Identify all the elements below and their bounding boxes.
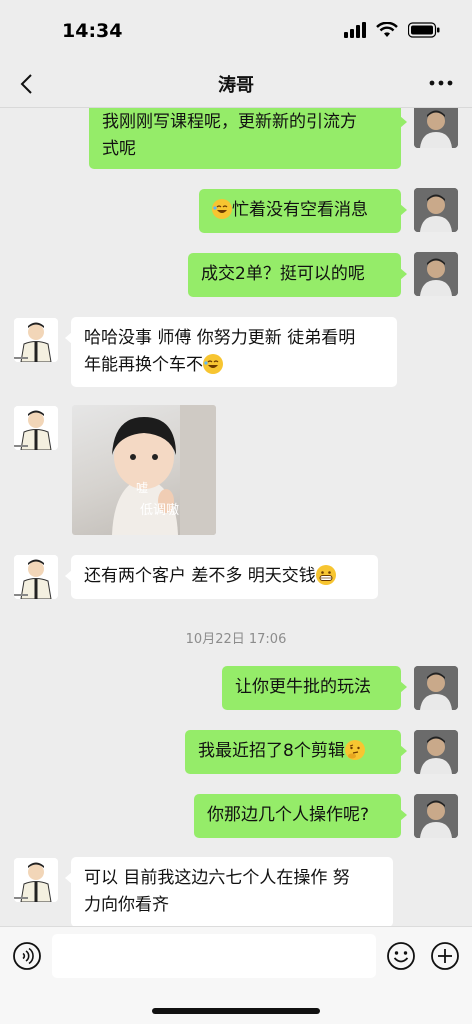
status-icons (344, 22, 440, 38)
chat-header: 涛哥 (0, 60, 472, 108)
my-avatar[interactable] (414, 666, 458, 710)
sticker-caption: 低调嗷 (140, 503, 180, 518)
thinking-face-icon (344, 740, 365, 760)
signal-icon (344, 22, 366, 38)
message-text: 让你更牛批的玩法 (235, 677, 371, 697)
sticker-caption: 嘘 (136, 481, 149, 495)
grinning-face-icon (315, 565, 336, 585)
laughing-face-icon (212, 199, 232, 219)
message-text: 年能再换个车不 (84, 355, 203, 375)
status-bar: 14:34 (0, 0, 472, 60)
my-avatar[interactable] (414, 730, 458, 774)
message-bubble[interactable]: 哈哈没事 师傅 你努力更新 徒弟看明 年能再换个车不 (65, 317, 397, 387)
sticker-image[interactable]: 嘘 低调嗷 (72, 405, 216, 535)
message-text: 我最近招了8个剪辑 (198, 741, 345, 761)
message-text: 可以 目前我这边六七个人在操作 努 (84, 868, 350, 888)
voice-icon[interactable] (12, 941, 42, 971)
emoji-icon[interactable] (386, 941, 416, 971)
message-text: 忙着没有空看消息 (232, 200, 368, 220)
contact-avatar[interactable] (14, 858, 58, 902)
contact-avatar[interactable] (14, 406, 58, 450)
message-bubble[interactable]: 忙着没有空看消息 (199, 189, 407, 233)
my-avatar[interactable] (414, 794, 458, 838)
my-avatar[interactable] (414, 108, 458, 148)
plus-icon[interactable] (430, 941, 460, 971)
chat-title: 涛哥 (218, 75, 254, 96)
message-text: 你那边几个人操作呢? (207, 805, 370, 825)
home-indicator[interactable] (152, 1008, 320, 1014)
laughing-face-icon (203, 354, 223, 374)
more-dots-icon[interactable] (428, 72, 454, 94)
message-list[interactable]: 我刚刚写课程呢，更新新的引流方 式呢 忙着没有空看消息 成交2单？挺可以的呢 哈… (0, 108, 472, 926)
contact-avatar[interactable] (14, 318, 58, 362)
message-bubble[interactable]: 成交2单？挺可以的呢 (188, 253, 407, 297)
message-input[interactable] (52, 934, 376, 978)
message-bubble[interactable]: 让你更牛批的玩法 (222, 666, 407, 710)
message-bubble[interactable]: 你那边几个人操作呢? (194, 794, 407, 838)
message-bubble[interactable]: 我刚刚写课程呢，更新新的引流方 式呢 (89, 108, 407, 169)
message-bubble[interactable]: 可以 目前我这边六七个人在操作 努 力向你看齐 (65, 857, 393, 926)
message-text: 我刚刚写课程呢，更新新的引流方 (102, 112, 357, 132)
message-text: 还有两个客户 差不多 明天交钱 (84, 566, 316, 586)
my-avatar[interactable] (414, 188, 458, 232)
message-text: 式呢 (102, 139, 136, 159)
battery-icon (408, 22, 440, 38)
message-bubble[interactable]: 还有两个客户 差不多 明天交钱 (65, 555, 378, 599)
contact-avatar[interactable] (14, 555, 58, 599)
my-avatar[interactable] (414, 252, 458, 296)
message-text: 哈哈没事 师傅 你努力更新 徒弟看明 (84, 328, 356, 348)
wifi-icon (376, 22, 398, 37)
message-bubble[interactable]: 我最近招了8个剪辑 (185, 730, 407, 774)
message-text: 成交2单？挺可以的呢 (201, 264, 365, 284)
status-time: 14:34 (62, 20, 123, 42)
timestamp: 10月22日 17:06 (185, 632, 287, 647)
message-text: 力向你看齐 (84, 895, 169, 915)
